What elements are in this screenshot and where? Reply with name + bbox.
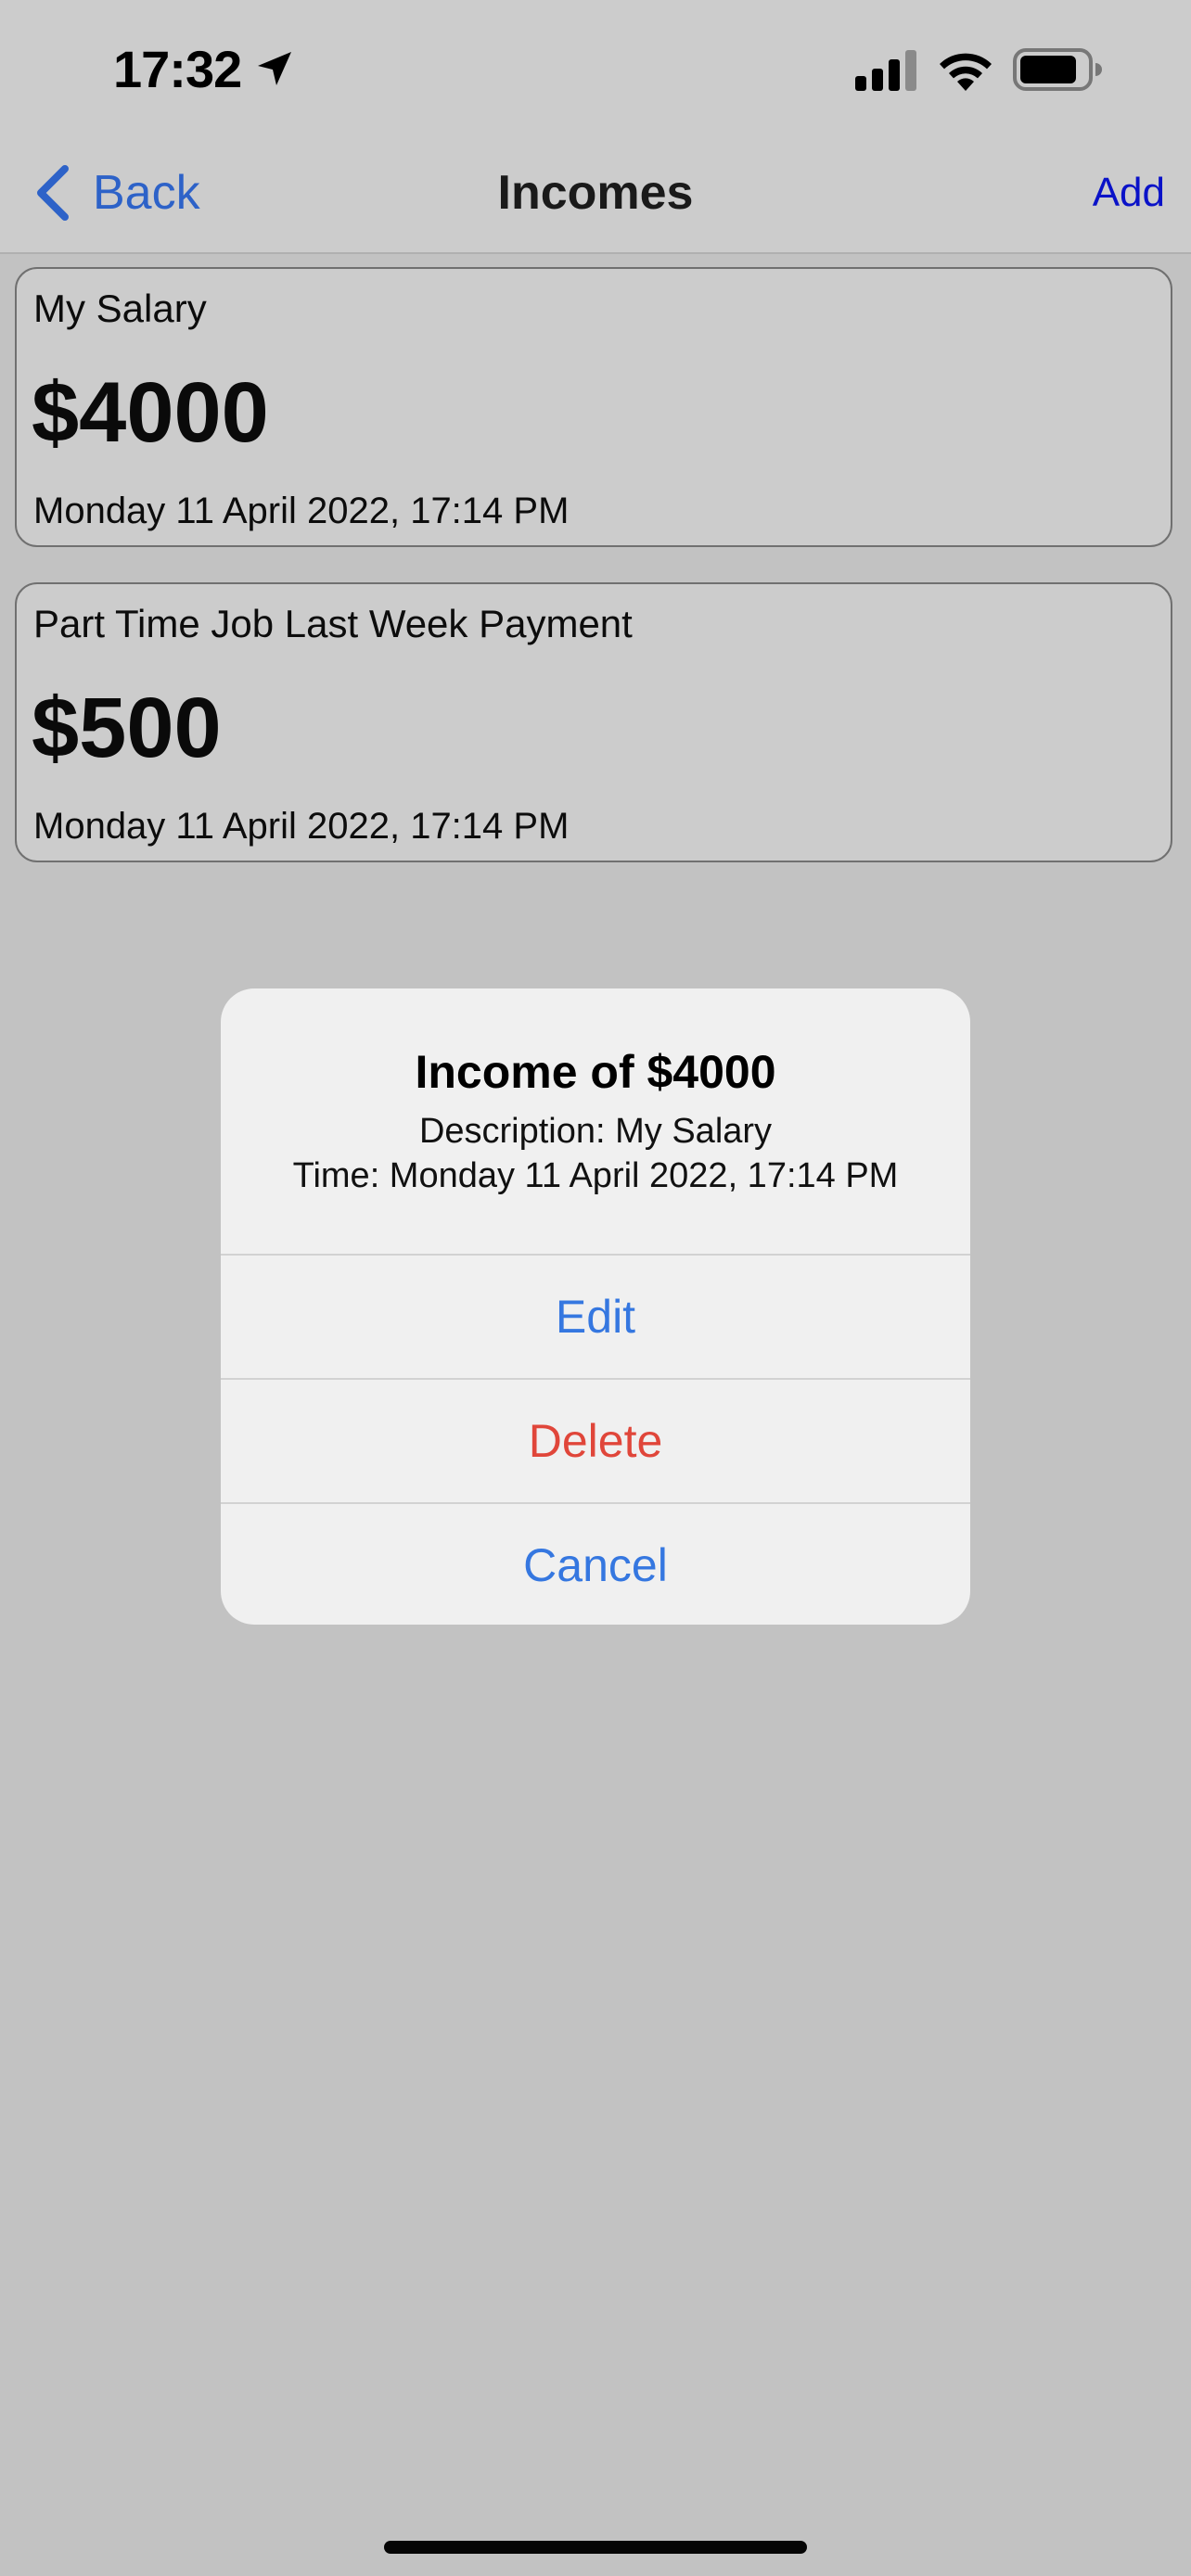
navigation-bar: Back Incomes Add: [0, 130, 1191, 254]
delete-button[interactable]: Delete: [221, 1378, 970, 1500]
income-amount: $4000: [32, 365, 269, 460]
cellular-signal-icon: [855, 50, 916, 91]
income-card[interactable]: My Salary $4000 Monday 11 April 2022, 17…: [15, 267, 1172, 547]
income-time: Monday 11 April 2022, 17:14 PM: [33, 491, 570, 531]
income-amount: $500: [32, 681, 222, 775]
income-description: Part Time Job Last Week Payment: [33, 602, 633, 645]
alert-title: Income of $4000: [415, 1046, 776, 1098]
income-action-alert: Income of $4000 Description: My Salary T…: [221, 988, 970, 1625]
cancel-button[interactable]: Cancel: [221, 1502, 970, 1625]
income-card[interactable]: Part Time Job Last Week Payment $500 Mon…: [15, 582, 1172, 862]
status-time: 17:32: [113, 40, 242, 98]
income-time: Monday 11 April 2022, 17:14 PM: [33, 806, 570, 847]
alert-header: Income of $4000 Description: My Salary T…: [221, 988, 970, 1254]
location-arrow-icon: [258, 52, 291, 85]
alert-description: Description: My Salary: [418, 1112, 773, 1151]
status-bar: 17:32: [0, 0, 1191, 130]
income-description: My Salary: [33, 287, 207, 330]
wifi-icon: [940, 53, 992, 91]
income-list-screen: 17:32 Back Incomes Add My Salary $4000 M…: [0, 0, 1191, 2576]
battery-icon: [1013, 48, 1102, 91]
page-title: Incomes: [497, 166, 694, 220]
edit-button[interactable]: Edit: [221, 1254, 970, 1376]
home-indicator[interactable]: [384, 2541, 807, 2554]
alert-time: Time: Monday 11 April 2022, 17:14 PM: [292, 1156, 899, 1195]
add-income-button[interactable]: Add: [1093, 167, 1165, 219]
